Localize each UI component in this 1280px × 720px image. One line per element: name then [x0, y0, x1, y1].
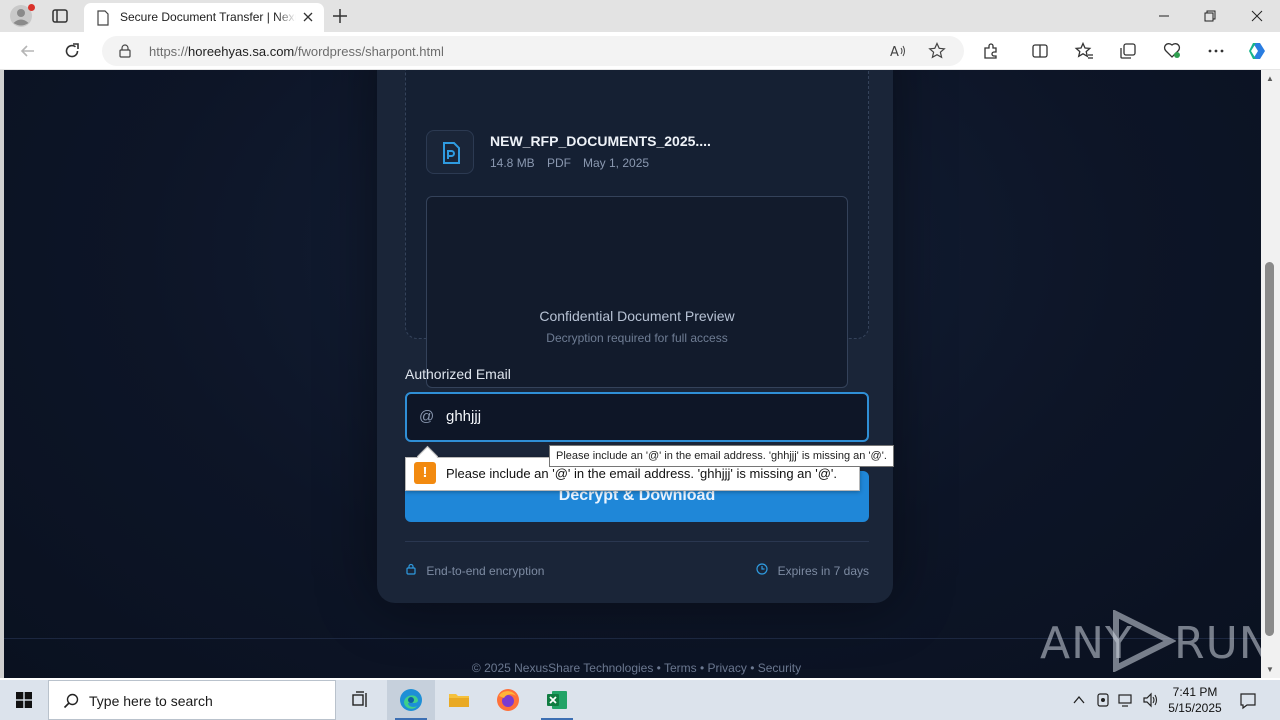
- validation-tooltip: Please include an '@' in the email addre…: [549, 445, 894, 467]
- validation-message: Please include an '@' in the email addre…: [446, 466, 838, 481]
- document-preview: Confidential Document Preview Decryption…: [426, 196, 848, 388]
- close-window-icon[interactable]: [1247, 6, 1267, 26]
- close-tab-icon[interactable]: [300, 9, 316, 25]
- task-view-icon: [352, 691, 367, 707]
- encryption-note: End-to-end encryption: [405, 563, 544, 578]
- clock-date: 5/15/2025: [1168, 701, 1222, 715]
- url-bar[interactable]: https://horeehyas.sa.com/fwordpress/shar…: [102, 36, 964, 66]
- preview-subtitle: Decryption required for full access: [546, 331, 728, 345]
- preview-title: Confidential Document Preview: [539, 308, 735, 324]
- back-icon[interactable]: [18, 41, 38, 61]
- pdf-file-icon: [443, 142, 460, 164]
- email-input[interactable]: @ ghhjjj: [405, 392, 869, 442]
- padlock-icon: [405, 563, 417, 578]
- svg-text:A: A: [890, 45, 899, 60]
- restore-icon[interactable]: [1200, 6, 1220, 26]
- refresh-icon[interactable]: [62, 41, 82, 61]
- new-tab-icon[interactable]: [330, 6, 350, 26]
- browser-tab-bar: Secure Document Transfer | NexusShare: [0, 0, 1280, 32]
- more-options-icon[interactable]: [1206, 41, 1226, 61]
- windows-logo-icon: [16, 692, 32, 708]
- read-aloud-icon[interactable]: A: [889, 42, 907, 60]
- task-view-button[interactable]: [336, 680, 384, 720]
- file-name: NEW_RFP_DOCUMENTS_2025....: [490, 133, 711, 149]
- system-clock[interactable]: 7:41 PM 5/15/2025: [1166, 684, 1224, 716]
- lock-icon[interactable]: [118, 44, 132, 58]
- split-screen-icon[interactable]: [1030, 41, 1050, 61]
- folder-icon: [449, 694, 469, 707]
- clock-time: 7:41 PM: [1172, 685, 1218, 699]
- page-icon: [97, 10, 109, 26]
- windows-taskbar: Type here to search 7:41 PM 5/15/2025: [0, 680, 1280, 720]
- active-tab[interactable]: Secure Document Transfer | NexusShare: [84, 3, 324, 32]
- taskbar-excel[interactable]: [533, 680, 581, 720]
- favorite-star-icon[interactable]: [928, 42, 946, 60]
- minimize-icon[interactable]: [1154, 6, 1174, 26]
- taskbar-file-explorer[interactable]: [435, 680, 483, 720]
- firefox-icon: [497, 689, 519, 711]
- scroll-thumb[interactable]: [1265, 262, 1274, 636]
- notification-dot: [28, 4, 35, 11]
- pdf-file-icon-box: [426, 130, 474, 174]
- chevron-up-icon[interactable]: [1071, 692, 1087, 708]
- scroll-down-arrow-icon[interactable]: ▼: [1266, 665, 1274, 674]
- expiry-text: Expires in 7 days: [777, 563, 869, 578]
- volume-icon[interactable]: [1142, 692, 1160, 708]
- page-viewport: NEW_RFP_DOCUMENTS_2025.... 14.8 MB PDF M…: [0, 70, 1261, 678]
- scroll-up-arrow-icon[interactable]: ▲: [1266, 74, 1274, 83]
- email-label: Authorized Email: [405, 366, 511, 382]
- url-text[interactable]: https://horeehyas.sa.com/fwordpress/shar…: [149, 44, 444, 59]
- card-divider: [405, 541, 869, 542]
- tab-title: Secure Document Transfer | NexusShare: [120, 10, 296, 24]
- search-icon: [63, 693, 79, 709]
- email-input-value[interactable]: ghhjjj: [446, 408, 481, 425]
- file-date: May 1, 2025: [583, 156, 650, 170]
- play-logo-icon: [1113, 610, 1176, 672]
- edge-icon: [400, 689, 422, 711]
- search-placeholder: Type here to search: [89, 693, 213, 709]
- favorites-icon[interactable]: [1074, 41, 1094, 61]
- file-size: 14.8 MB: [490, 156, 535, 170]
- browser-essentials-icon[interactable]: [1162, 41, 1182, 61]
- network-icon[interactable]: [1118, 692, 1134, 708]
- warning-icon: !: [414, 462, 436, 484]
- taskbar-search[interactable]: Type here to search: [48, 680, 336, 720]
- start-button[interactable]: [0, 680, 48, 720]
- defender-icon[interactable]: [1095, 692, 1111, 708]
- transfer-card: NEW_RFP_DOCUMENTS_2025.... 14.8 MB PDF M…: [377, 70, 893, 603]
- url-path: /fwordpress/sharpont.html: [294, 44, 444, 59]
- page-scrollbar[interactable]: ▲ ▼: [1261, 70, 1280, 678]
- taskbar-edge[interactable]: [387, 680, 435, 720]
- clock-icon: [756, 563, 768, 578]
- encryption-text: End-to-end encryption: [426, 563, 545, 578]
- url-scheme: https://: [149, 44, 189, 59]
- address-toolbar: https://horeehyas.sa.com/fwordpress/shar…: [0, 32, 1280, 70]
- page-background: NEW_RFP_DOCUMENTS_2025.... 14.8 MB PDF M…: [4, 70, 1261, 678]
- at-sign-icon: @: [419, 408, 435, 425]
- watermark-run: RUN: [1174, 618, 1261, 669]
- tab-actions-icon[interactable]: [50, 6, 70, 26]
- excel-icon: [547, 691, 567, 709]
- taskbar-firefox[interactable]: [484, 680, 532, 720]
- file-panel: NEW_RFP_DOCUMENTS_2025.... 14.8 MB PDF M…: [405, 70, 869, 388]
- file-type: PDF: [547, 156, 571, 170]
- extensions-icon[interactable]: [981, 41, 1001, 61]
- expiry-note: Expires in 7 days: [756, 563, 869, 578]
- collections-icon[interactable]: [1118, 41, 1138, 61]
- copilot-icon[interactable]: [1247, 41, 1267, 61]
- url-host: horeehyas.sa.com: [188, 44, 295, 59]
- notifications-icon[interactable]: [1239, 692, 1257, 710]
